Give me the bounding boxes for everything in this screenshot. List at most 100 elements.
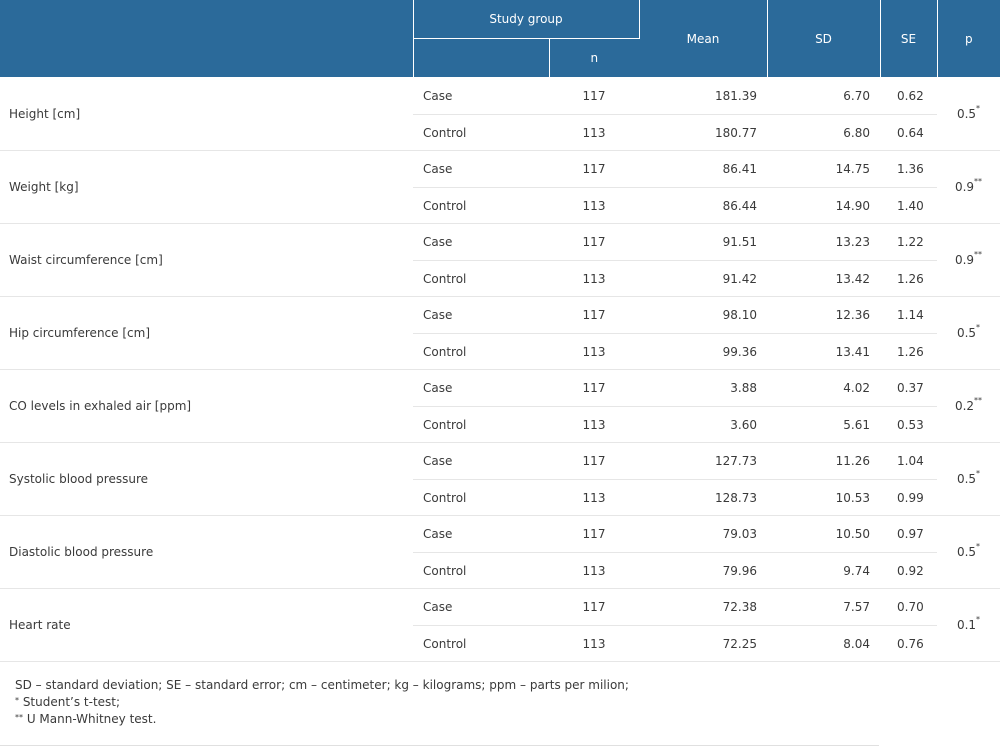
p-significance-mark: * (976, 615, 981, 624)
group-label: Case (413, 296, 549, 334)
mean-value: 3.88 (639, 369, 767, 407)
mean-value: 79.03 (639, 515, 767, 553)
sd-value: 14.75 (767, 150, 880, 188)
mean-value: 3.60 (639, 406, 767, 443)
group-label: Control (413, 479, 549, 516)
table-row: CO levels in exhaled air [ppm] Case 117 3.8… (0, 369, 1000, 443)
n-value: 113 (549, 260, 639, 297)
group-label: Case (413, 77, 549, 115)
p-significance-mark: * (976, 469, 981, 478)
group-label: Case (413, 369, 549, 407)
group-label: Case (413, 515, 549, 553)
header-group (413, 38, 550, 78)
sd-value: 13.41 (767, 333, 880, 370)
footnote-student-t-test: * Student’s t-test; (15, 694, 879, 711)
row-variable-label: Heart rate (0, 588, 413, 662)
n-value: 117 (549, 369, 639, 407)
footnote-mark-single: * (15, 696, 19, 705)
mean-value: 99.36 (639, 333, 767, 370)
table-row: Systolic blood pressure Case 117 127.73 11.2… (0, 442, 1000, 516)
footnote-abbreviations: SD – standard deviation; SE – standard e… (15, 678, 629, 692)
table-footnotes: SD – standard deviation; SE – standard e… (0, 661, 879, 746)
se-value: 1.40 (880, 187, 937, 224)
footnote-note-2: U Mann-Whitney test. (23, 712, 157, 726)
table-body: Height [cm] Case 117 181.39 6.70 0.62 0.5* Cont… (0, 77, 1000, 662)
sd-value: 5.61 (767, 406, 880, 443)
p-significance-mark: ** (974, 177, 983, 186)
p-value-cell: 0.5* (937, 442, 1000, 516)
se-value: 0.70 (880, 588, 937, 626)
group-label: Control (413, 406, 549, 443)
p-value-cell: 0.5* (937, 515, 1000, 589)
header-mean: Mean (639, 0, 768, 78)
mean-value: 86.44 (639, 187, 767, 224)
p-value-cell: 0.9** (937, 223, 1000, 297)
footnote-mark-double: ** (15, 713, 23, 722)
mean-value: 86.41 (639, 150, 767, 188)
p-value: 0.2 (954, 399, 975, 413)
sd-value: 10.50 (767, 515, 880, 553)
se-value: 1.04 (880, 442, 937, 480)
se-value: 0.62 (880, 77, 937, 115)
sd-value: 6.80 (767, 114, 880, 151)
table-row: Height [cm] Case 117 181.39 6.70 0.62 0.5* (0, 77, 1000, 151)
mean-value: 72.38 (639, 588, 767, 626)
row-variable-label: Weight [kg] (0, 150, 413, 224)
table-row: Weight [kg] Case 117 86.41 14.75 1.36 0.9** (0, 150, 1000, 224)
group-label: Control (413, 187, 549, 224)
p-value: 0.1 (956, 618, 977, 632)
group-label: Control (413, 114, 549, 151)
sd-value: 7.57 (767, 588, 880, 626)
p-value-cell: 0.5* (937, 296, 1000, 370)
group-label: Case (413, 150, 549, 188)
row-variable-label: CO levels in exhaled air [ppm] (0, 369, 413, 443)
n-value: 113 (549, 187, 639, 224)
mean-value: 98.10 (639, 296, 767, 334)
header-se: SE (880, 0, 938, 78)
sd-value: 11.26 (767, 442, 880, 480)
se-value: 1.26 (880, 333, 937, 370)
p-value: 0.5 (956, 107, 977, 121)
n-value: 117 (549, 150, 639, 188)
se-value: 1.26 (880, 260, 937, 297)
n-value: 117 (549, 588, 639, 626)
header-study-group: Study group (413, 0, 640, 39)
n-value: 117 (549, 77, 639, 115)
p-value: 0.5 (956, 326, 977, 340)
se-value: 0.64 (880, 114, 937, 151)
n-value: 117 (549, 515, 639, 553)
mean-value: 91.42 (639, 260, 767, 297)
row-variable-label: Height [cm] (0, 77, 413, 151)
mean-value: 91.51 (639, 223, 767, 261)
table-row: Hip circumference [cm] Case 117 98.10 12.36 1… (0, 296, 1000, 370)
se-value: 0.92 (880, 552, 937, 589)
n-value: 117 (549, 296, 639, 334)
header-variable (0, 0, 414, 78)
p-significance-mark: ** (974, 396, 983, 405)
p-value: 0.5 (956, 472, 977, 486)
group-label: Control (413, 260, 549, 297)
p-value: 0.5 (956, 545, 977, 559)
header-p: p (937, 0, 1000, 78)
se-value: 0.76 (880, 625, 937, 662)
footnote-mann-whitney: ** U Mann-Whitney test. (15, 711, 879, 728)
se-value: 1.36 (880, 150, 937, 188)
p-value-cell: 0.2** (937, 369, 1000, 443)
p-value-cell: 0.9** (937, 150, 1000, 224)
n-value: 113 (549, 479, 639, 516)
row-variable-label: Systolic blood pressure (0, 442, 413, 516)
table-row: Heart rate Case 117 72.38 7.57 0.70 0.1* (0, 588, 1000, 662)
p-value-cell: 0.1* (937, 588, 1000, 662)
row-variable-label: Hip circumference [cm] (0, 296, 413, 370)
table-row: Waist circumference [cm] Case 117 91.51 13.2… (0, 223, 1000, 297)
sd-value: 6.70 (767, 77, 880, 115)
group-label: Case (413, 442, 549, 480)
footnote-note-1: Student’s t-test; (19, 695, 121, 709)
se-value: 0.99 (880, 479, 937, 516)
sd-value: 4.02 (767, 369, 880, 407)
mean-value: 128.73 (639, 479, 767, 516)
group-label: Case (413, 223, 549, 261)
header-n: n (549, 38, 639, 78)
p-significance-mark: ** (974, 250, 983, 259)
n-value: 113 (549, 552, 639, 589)
